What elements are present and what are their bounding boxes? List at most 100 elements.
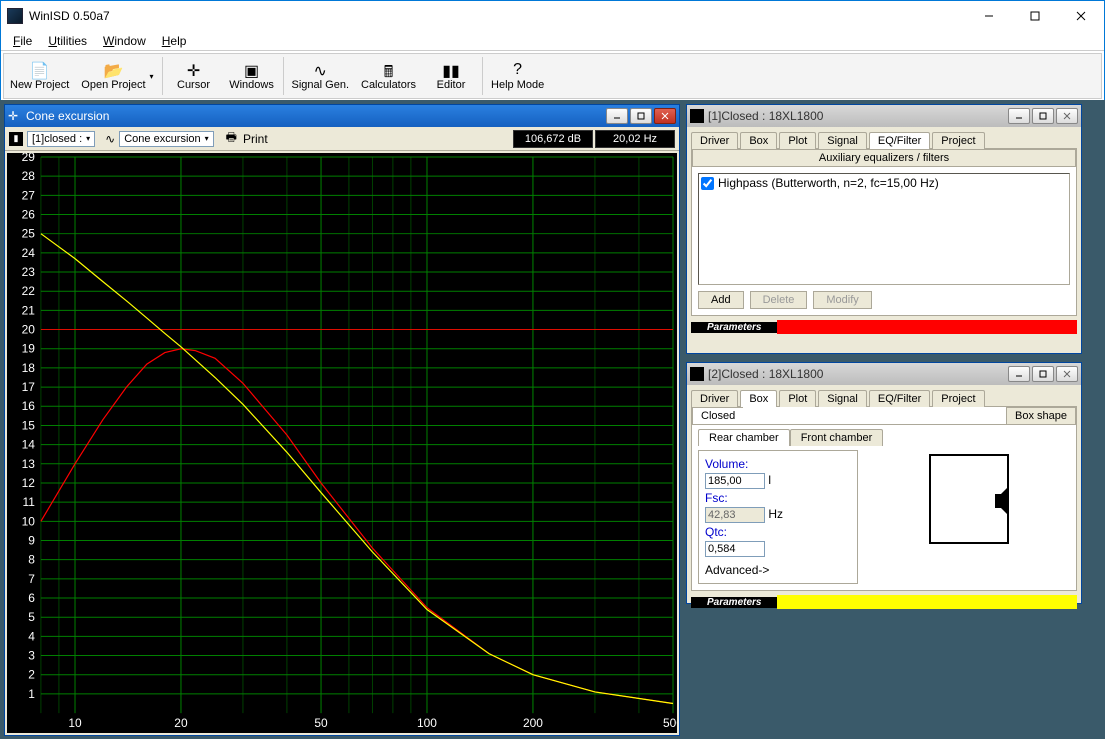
tab-box[interactable]: Box <box>740 390 777 407</box>
minimize-button[interactable] <box>966 1 1012 31</box>
project2-titlebar[interactable]: [2]Closed : 18XL1800 <box>687 363 1081 385</box>
window-title: WinISD 0.50a7 <box>29 9 966 23</box>
chevron-down-icon[interactable]: ▾ <box>150 72 154 81</box>
sub-maximize-button[interactable] <box>1032 366 1054 382</box>
advanced-link[interactable]: Advanced-> <box>705 563 769 577</box>
fsc-label: Fsc: <box>705 491 728 505</box>
project2-title: [2]Closed : 18XL1800 <box>708 367 823 381</box>
cone-excursion-titlebar[interactable]: ✛ Cone excursion <box>5 105 679 127</box>
svg-text:22: 22 <box>22 284 36 298</box>
project-icon <box>690 109 704 123</box>
cone-excursion-window: ✛ Cone excursion ▮ [1]closed : ∿ Cone ex… <box>4 104 680 736</box>
project-selector[interactable]: [1]closed : <box>27 131 95 147</box>
delete-button[interactable]: Delete <box>750 291 808 309</box>
svg-text:21: 21 <box>22 303 36 317</box>
sub-minimize-button[interactable] <box>1008 108 1030 124</box>
svg-text:25: 25 <box>22 227 36 241</box>
sub-maximize-button[interactable] <box>630 108 652 124</box>
new-project-button[interactable]: 📄New Project <box>4 54 75 98</box>
tab-signal[interactable]: Signal <box>818 390 867 407</box>
filter-checkbox[interactable] <box>701 177 714 190</box>
svg-text:200: 200 <box>523 716 543 730</box>
filter-item[interactable]: Highpass (Butterworth, n=2, fc=15,00 Hz) <box>701 176 1067 190</box>
tab-signal[interactable]: Signal <box>818 132 867 149</box>
sub-maximize-button[interactable] <box>1032 108 1054 124</box>
svg-text:1: 1 <box>28 687 35 701</box>
cursor-button[interactable]: ✛Cursor <box>165 54 223 98</box>
tab-plot[interactable]: Plot <box>779 390 816 407</box>
svg-text:8: 8 <box>28 553 35 567</box>
maximize-button[interactable] <box>1012 1 1058 31</box>
sub-minimize-button[interactable] <box>606 108 628 124</box>
editor-button[interactable]: ▮▮Editor <box>422 54 480 98</box>
svg-text:20: 20 <box>22 323 36 337</box>
project2-window: [2]Closed : 18XL1800 Driver Box Plot Sig… <box>686 362 1082 604</box>
menu-help[interactable]: Help <box>154 32 195 50</box>
print-icon: 🖶 <box>226 128 237 149</box>
tab-eqfilter[interactable]: EQ/Filter <box>869 390 930 407</box>
sub-minimize-button[interactable] <box>1008 366 1030 382</box>
main-toolbar: 📄New Project 📂Open Project▾ ✛Cursor ▣Win… <box>3 53 1102 99</box>
sub-close-button[interactable] <box>654 108 676 124</box>
project1-color-bar <box>777 320 1077 334</box>
volume-input[interactable] <box>705 473 765 489</box>
svg-text:19: 19 <box>22 342 36 356</box>
svg-text:14: 14 <box>22 438 36 452</box>
menu-utilities[interactable]: Utilities <box>40 32 95 50</box>
project1-titlebar[interactable]: [1]Closed : 18XL1800 <box>687 105 1081 127</box>
parameters-label: Parameters <box>691 322 777 333</box>
svg-text:2: 2 <box>28 668 35 682</box>
tab-driver[interactable]: Driver <box>691 132 738 149</box>
box-diagram <box>929 454 1009 544</box>
tab-box[interactable]: Box <box>740 132 777 149</box>
project1-window: [1]Closed : 18XL1800 Driver Box Plot Sig… <box>686 104 1082 354</box>
calculators-button[interactable]: 🖩Calculators <box>355 54 422 98</box>
qtc-input[interactable] <box>705 541 765 557</box>
tab-project[interactable]: Project <box>932 132 984 149</box>
parameters-label: Parameters <box>691 597 777 608</box>
svg-text:10: 10 <box>22 514 36 528</box>
eqfilter-subtitle: Auxiliary equalizers / filters <box>692 149 1076 167</box>
fsc-input <box>705 507 765 523</box>
filter-list[interactable]: Highpass (Butterworth, n=2, fc=15,00 Hz) <box>698 173 1070 285</box>
plot-type-selector[interactable]: Cone excursion <box>119 131 213 147</box>
windows-button[interactable]: ▣Windows <box>223 54 281 98</box>
project-color-icon: ▮ <box>9 132 23 146</box>
open-project-button[interactable]: 📂Open Project▾ <box>75 54 159 98</box>
box-body: Closed Box shape Rear chamber Front cham… <box>691 406 1077 591</box>
cone-excursion-plot[interactable]: 1234567891011121314151617181920212223242… <box>7 153 677 733</box>
filter-item-label: Highpass (Butterworth, n=2, fc=15,00 Hz) <box>718 176 939 190</box>
svg-text:4: 4 <box>28 629 35 643</box>
speaker-icon <box>995 486 1009 516</box>
rear-chamber-tab[interactable]: Rear chamber <box>698 429 790 446</box>
svg-text:20: 20 <box>174 716 188 730</box>
menu-file[interactable]: File <box>5 32 40 50</box>
menu-window[interactable]: Window <box>95 32 154 50</box>
svg-text:7: 7 <box>28 572 35 586</box>
tab-driver[interactable]: Driver <box>691 390 738 407</box>
add-button[interactable]: Add <box>698 291 744 309</box>
project1-title: [1]Closed : 18XL1800 <box>708 109 823 123</box>
tab-eqfilter[interactable]: EQ/Filter <box>869 132 930 149</box>
project2-color-bar <box>777 595 1077 609</box>
project-icon <box>690 367 704 381</box>
svg-text:17: 17 <box>22 380 36 394</box>
svg-text:28: 28 <box>22 169 36 183</box>
print-button[interactable]: Print <box>243 132 268 146</box>
fsc-unit: Hz <box>768 507 783 521</box>
tab-project[interactable]: Project <box>932 390 984 407</box>
project2-tabs: Driver Box Plot Signal EQ/Filter Project <box>691 389 1077 406</box>
svg-text:16: 16 <box>22 399 36 413</box>
window-titlebar: WinISD 0.50a7 <box>1 1 1104 31</box>
modify-button[interactable]: Modify <box>813 291 871 309</box>
signal-gen-button[interactable]: ∿Signal Gen. <box>286 54 355 98</box>
close-button[interactable] <box>1058 1 1104 31</box>
sub-close-button[interactable] <box>1056 108 1078 124</box>
front-chamber-tab[interactable]: Front chamber <box>790 429 884 446</box>
tab-plot[interactable]: Plot <box>779 132 816 149</box>
sub-close-button[interactable] <box>1056 366 1078 382</box>
box-shape-button[interactable]: Box shape <box>1006 407 1076 425</box>
svg-text:100: 100 <box>417 716 437 730</box>
crosshair-icon: ✛ <box>8 109 22 123</box>
help-mode-button[interactable]: ?Help Mode <box>485 54 550 98</box>
